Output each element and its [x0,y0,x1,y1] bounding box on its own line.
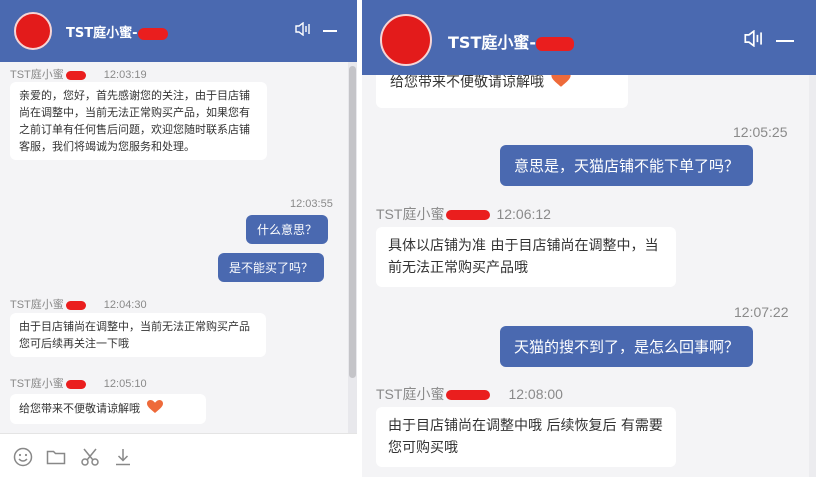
incoming-message: 具体以店铺为准 由于目店铺尚在调整中，当前无法正常购买产品哦 [376,227,676,287]
incoming-message: 给您带来不便敬请谅解哦 [10,394,206,424]
sender-line: TST庭小蜜 12:08:00 [376,386,563,402]
scrollbar-thumb[interactable] [349,66,356,378]
folder-icon[interactable] [45,446,67,468]
outgoing-message: 是不能买了吗？ [218,253,325,282]
scissors-icon[interactable] [79,446,101,468]
redacted-name [65,379,86,389]
avatar[interactable] [14,12,52,50]
volume-icon[interactable] [295,21,313,40]
incoming-message: 由于目店铺尚在调整中哦 后续恢复后 有需要您可购买哦 [376,407,676,467]
scrollbar[interactable] [809,75,816,477]
chat-header: TST庭小蜜- [362,0,816,75]
redacted-name [65,70,86,80]
chat-header: TST庭小蜜- [0,0,357,62]
outgoing-message: 意思是，天猫店铺不能下单了吗？ [500,145,754,186]
download-icon[interactable] [112,446,134,468]
redacted-name [446,210,491,221]
redacted-name [446,390,491,401]
chat-title: TST庭小蜜- [448,29,574,53]
volume-icon[interactable] [744,29,766,52]
minimize-icon[interactable] [323,30,337,32]
avatar[interactable] [380,14,432,66]
sender-line: TST庭小蜜 12:03:19 [10,69,147,81]
timestamp: 12:03:55 [290,198,333,210]
sender-line: TST庭小蜜 12:04:30 [10,299,147,311]
chat-window-left: TST庭小蜜- TST庭小蜜 12:03:19 亲爱的，您好，首先感谢您的关注，由… [0,0,357,477]
redacted-name [137,27,168,40]
timestamp: 12:05:25 [733,124,788,140]
chat-title: TST庭小蜜- [66,22,168,41]
message-toolbar [0,433,357,477]
outgoing-message: 天猫的搜不到了，是怎么回事啊？ [500,326,754,367]
header-controls [295,21,337,40]
redacted-name [536,36,574,51]
emoji-icon[interactable] [12,446,34,468]
outgoing-message: 什么意思？ [246,215,329,244]
heart-icon [146,399,164,419]
minimize-icon[interactable] [776,40,794,42]
incoming-message: 由于目店铺尚在调整中，当前无法正常购买产品 您可后续再关注一下哦 [10,313,266,357]
redacted-name [65,300,86,310]
incoming-message: 亲爱的，您好，首先感谢您的关注，由于目店铺尚在调整中，当前无法正常购买产品，如果… [10,82,267,160]
timestamp: 12:07:22 [734,304,789,320]
chat-window-right: 给您带来不便敬请谅解哦 TST庭小蜜- 12:05:25 意思是，天猫店铺不能下… [362,0,816,477]
sender-line: TST庭小蜜 12:05:10 [10,378,147,390]
sender-line: TST庭小蜜 12:06:12 [376,206,551,222]
header-controls [744,29,794,52]
